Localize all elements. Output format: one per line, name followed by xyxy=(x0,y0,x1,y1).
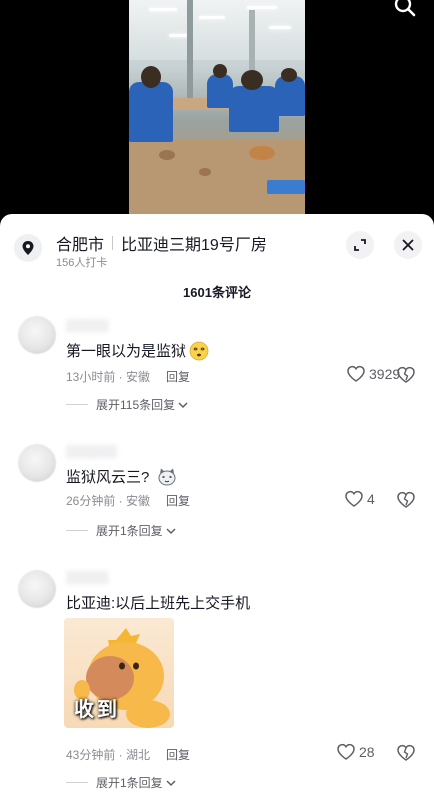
location-city: 合肥市 xyxy=(56,237,105,254)
like-button[interactable]: 4 xyxy=(344,490,375,508)
broken-heart-icon xyxy=(397,744,415,761)
comment-time-location: 13小时前 · 安徽 xyxy=(66,370,151,384)
comment-item: ▒▒▒▒▒ 比亚迪:以后上班先上交手机 收到 43分钟前 · 湖北 回复 28 xyxy=(0,564,434,800)
ceiling-light xyxy=(247,6,277,9)
chevron-down-icon xyxy=(166,779,176,786)
expand-line xyxy=(66,404,88,405)
avatar[interactable] xyxy=(18,570,56,608)
table-item xyxy=(249,146,275,160)
like-count: 4 xyxy=(367,491,375,507)
heart-icon xyxy=(347,365,365,382)
comment-meta: 26分钟前 · 安徽 回复 xyxy=(66,492,190,509)
broken-heart-icon xyxy=(397,366,415,383)
reply-button[interactable]: 回复 xyxy=(166,494,190,508)
pillar xyxy=(187,0,193,110)
expand-replies-button[interactable]: 展开1条回复 xyxy=(66,522,177,539)
location-pin-icon xyxy=(22,241,34,255)
heart-icon xyxy=(337,743,355,760)
like-button[interactable]: 3929 xyxy=(346,365,400,383)
like-count: 28 xyxy=(359,744,375,760)
ceiling-light xyxy=(169,34,189,37)
avatar[interactable] xyxy=(18,444,56,482)
reply-button[interactable]: 回复 xyxy=(166,370,190,384)
expand-replies-label: 展开1条回复 xyxy=(96,776,163,790)
video-frame xyxy=(129,0,305,222)
close-icon xyxy=(402,239,414,251)
expand-replies-label: 展开1条回复 xyxy=(96,524,163,538)
chevron-down-icon xyxy=(166,527,176,534)
location-pin-button[interactable] xyxy=(14,234,42,262)
comment-body: 第一眼以为是监狱 xyxy=(66,343,187,360)
expand-line xyxy=(66,530,88,531)
search-icon xyxy=(394,0,416,17)
worker xyxy=(275,76,305,116)
blue-tray xyxy=(267,180,305,194)
video-player[interactable] xyxy=(0,0,434,222)
ceiling-light xyxy=(269,26,291,29)
reply-button[interactable]: 回复 xyxy=(166,748,190,762)
worker xyxy=(129,82,173,142)
heart-icon xyxy=(345,490,363,507)
sticker-caption: 收到 xyxy=(74,699,120,721)
username-blurred[interactable]: ▒▒▒▒▒▒ xyxy=(66,444,117,458)
comment-text: 比亚迪:以后上班先上交手机 xyxy=(66,595,251,612)
table-item xyxy=(199,168,211,176)
expand-replies-label: 展开115条回复 xyxy=(96,398,176,412)
dislike-button[interactable] xyxy=(396,366,416,389)
ceiling-light xyxy=(199,16,225,19)
expand-sheet-button[interactable] xyxy=(346,231,374,259)
username-blurred[interactable]: ▒▒▒▒▒ xyxy=(66,570,109,584)
worker-head xyxy=(141,66,161,88)
comment-meta: 43分钟前 · 湖北 回复 xyxy=(66,746,190,763)
comment-time-location: 43分钟前 · 湖北 xyxy=(66,748,151,762)
comment-body: 监狱风云三? xyxy=(66,469,150,486)
dislike-button[interactable] xyxy=(396,491,416,514)
worker-head xyxy=(213,64,227,78)
comment-sheet: 合肥市 比亚迪三期19号厂房 156人打卡 1601条评论 ▒▒▒▒▒ 第一眼以… xyxy=(0,214,434,800)
comment-text: 第一眼以为是监狱 xyxy=(66,340,209,361)
worker xyxy=(229,86,279,132)
comment-count: 1601条评论 xyxy=(183,285,251,300)
cat-face-emoji-icon xyxy=(158,468,176,485)
dislike-button[interactable] xyxy=(396,744,416,767)
dizzy-face-emoji-icon xyxy=(189,341,209,360)
username-blurred[interactable]: ▒▒▒▒▒ xyxy=(66,318,109,332)
location-place: 比亚迪三期19号厂房 xyxy=(121,237,267,254)
worker-head xyxy=(281,68,297,82)
comment-item: ▒▒▒▒▒▒ 监狱风云三? 26分钟前 · 安徽 回复 4 展开1条回复 xyxy=(0,436,434,546)
comment-time-location: 26分钟前 · 安徽 xyxy=(66,494,151,508)
location-title[interactable]: 合肥市 比亚迪三期19号厂房 xyxy=(56,231,267,255)
expand-replies-button[interactable]: 展开1条回复 xyxy=(66,774,177,791)
expand-replies-button[interactable]: 展开115条回复 xyxy=(66,396,189,413)
like-button[interactable]: 28 xyxy=(336,743,375,761)
worker-head xyxy=(241,70,263,90)
comment-item: ▒▒▒▒▒ 第一眼以为是监狱 13小时前 · 安徽 回复 3929 展开115条… xyxy=(0,312,434,422)
avatar[interactable] xyxy=(18,316,56,354)
search-button[interactable] xyxy=(392,0,420,24)
comment-text: 监狱风云三? xyxy=(66,466,177,487)
table-item xyxy=(159,150,175,160)
sticker-image[interactable]: 收到 xyxy=(64,618,174,728)
comment-meta: 13小时前 · 安徽 回复 xyxy=(66,368,190,385)
broken-heart-icon xyxy=(397,491,415,508)
chevron-down-icon xyxy=(178,401,188,408)
location-separator xyxy=(112,236,114,250)
expand-icon xyxy=(354,239,366,251)
expand-line xyxy=(66,782,88,783)
ceiling-light xyxy=(149,8,177,11)
location-checkins: 156人打卡 xyxy=(56,257,108,269)
close-button[interactable] xyxy=(394,231,422,259)
